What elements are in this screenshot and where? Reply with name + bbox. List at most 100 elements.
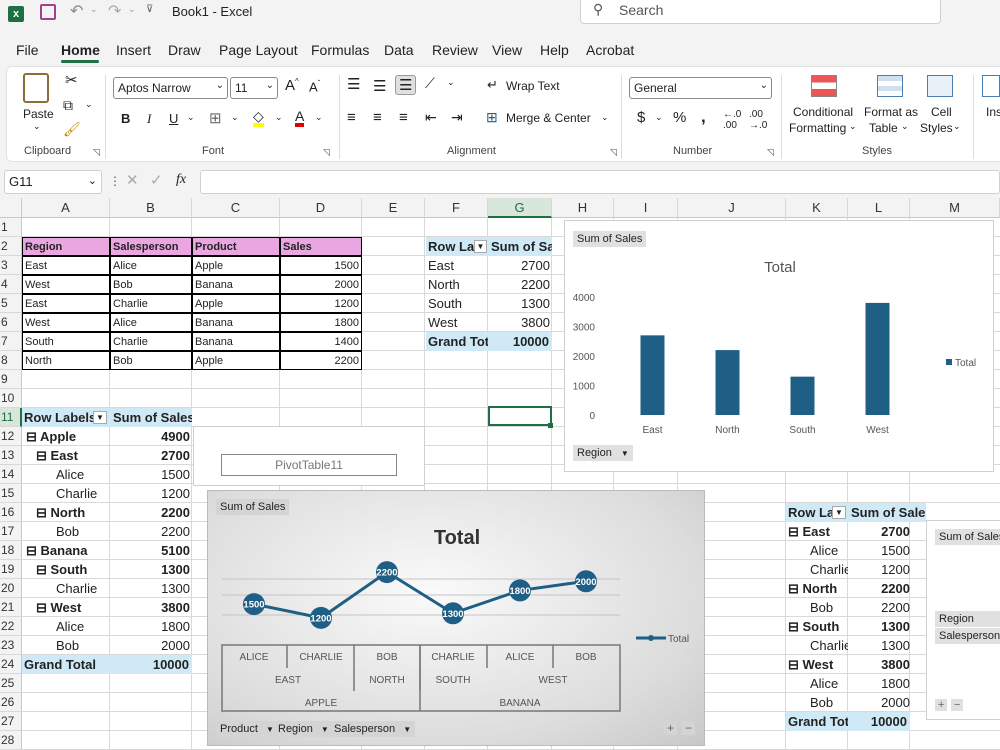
row-header-21[interactable]: 21 xyxy=(0,598,22,617)
insert-cells-label[interactable]: Ins xyxy=(986,105,1000,119)
table-cell[interactable]: West xyxy=(22,313,110,332)
row-header-5[interactable]: 5 xyxy=(0,294,22,313)
row-header-28[interactable]: 28 xyxy=(0,731,22,750)
underline-icon[interactable]: U xyxy=(169,111,178,126)
underline-dropdown-icon[interactable]: ⌄ xyxy=(187,112,195,123)
spreadsheet-grid[interactable]: ABCDEFGHIJKLM 1 2 3 4 5 6 7 8 9 10 11 12 13 14 15 16 17 1… xyxy=(0,198,1000,750)
table-cell[interactable]: Banana xyxy=(192,332,280,351)
pivot2-row-label[interactable]: Bob xyxy=(22,636,110,655)
pivot3-row-value[interactable]: 1300 xyxy=(848,636,910,655)
table-cell[interactable]: 2000 xyxy=(280,275,362,294)
pivot3-row-value[interactable]: 1200 xyxy=(848,560,910,579)
paste-button[interactable]: Paste xyxy=(23,107,54,121)
pivot2-row-label[interactable]: Alice xyxy=(22,617,110,636)
increase-font-icon[interactable]: A^ xyxy=(285,77,299,94)
borders-icon[interactable]: ⊞ xyxy=(209,109,222,127)
pivot3-row-label[interactable]: Bob xyxy=(786,693,848,712)
row-header-23[interactable]: 23 xyxy=(0,636,22,655)
pivot2-grand-total-label[interactable]: Grand Total xyxy=(22,655,110,674)
pivot2-row-label[interactable]: Bob xyxy=(22,522,110,541)
column-header-L[interactable]: L xyxy=(848,198,910,218)
italic-icon[interactable]: I xyxy=(147,111,151,127)
column-header-H[interactable]: H xyxy=(552,198,614,218)
decrease-decimal-icon[interactable]: .00 →.0 xyxy=(749,109,767,131)
row-header-12[interactable]: 12 xyxy=(0,427,22,446)
pivot2-row-value[interactable]: 2700 xyxy=(110,446,190,465)
pivot2-row-value[interactable]: 1500 xyxy=(110,465,190,484)
row-header-8[interactable]: 8 xyxy=(0,351,22,370)
pivot2-row-value[interactable]: 5100 xyxy=(110,541,190,560)
row-header-14[interactable]: 14 xyxy=(0,465,22,484)
pivot2-row-label[interactable]: ⊟ Banana xyxy=(22,541,110,560)
pivot2-header-sum[interactable]: Sum of Sales xyxy=(110,408,192,427)
table-cell[interactable]: Charlie xyxy=(110,294,192,313)
copy-dropdown-icon[interactable]: ⌄ xyxy=(85,99,93,110)
alignment-launcher-icon[interactable]: ◹ xyxy=(610,147,617,158)
pivot3-row-value[interactable]: 1300 xyxy=(848,617,910,636)
pivot1-row-value[interactable]: 3800 xyxy=(488,313,550,332)
pivot2-row-label[interactable]: ⊟ East xyxy=(22,446,110,465)
chart2-region-button[interactable]: Region ▼ xyxy=(274,721,333,737)
chart2-salesperson-button[interactable]: Salesperson ▼ xyxy=(330,721,416,737)
chart3-region-button[interactable]: Region xyxy=(935,611,1000,627)
pivot3-row-label[interactable]: Charlie xyxy=(786,636,848,655)
name-box[interactable]: G11 ⌄ xyxy=(4,170,102,194)
fill-handle[interactable] xyxy=(548,423,553,428)
pivot1-row-value[interactable]: 1300 xyxy=(488,294,550,313)
select-all-corner[interactable] xyxy=(0,198,22,218)
table-cell[interactable]: East xyxy=(22,256,110,275)
row-header-27[interactable]: 27 xyxy=(0,712,22,731)
menu-draw[interactable]: Draw xyxy=(168,42,201,58)
column-header-A[interactable]: A xyxy=(22,198,110,218)
pivot3-row-value[interactable]: 1500 xyxy=(848,541,910,560)
cell-styles-dropdown-icon[interactable]: ⌄ xyxy=(953,121,961,132)
row-header-9[interactable]: 9 xyxy=(0,370,22,389)
table-cell[interactable]: Bob xyxy=(110,275,192,294)
menu-file[interactable]: File xyxy=(16,42,39,58)
table-header-cell[interactable]: Product xyxy=(192,237,280,256)
pivot2-grand-total-value[interactable]: 10000 xyxy=(110,655,192,674)
currency-dropdown-icon[interactable]: ⌄ xyxy=(655,112,663,123)
row-header-4[interactable]: 4 xyxy=(0,275,22,294)
customize-toolbar-icon[interactable]: ⊽ xyxy=(146,4,153,15)
column-header-I[interactable]: I xyxy=(614,198,678,218)
more-options-icon[interactable]: ⋮ xyxy=(109,174,121,188)
pivot2-row-value[interactable]: 2000 xyxy=(110,636,190,655)
pivot1-row-label[interactable]: South xyxy=(428,294,488,313)
table-cell[interactable]: Charlie xyxy=(110,332,192,351)
bold-icon[interactable]: B xyxy=(121,111,130,126)
pivottable-placeholder[interactable]: PivotTable11 xyxy=(221,454,397,476)
table-header-cell[interactable]: Region xyxy=(22,237,110,256)
menu-formulas[interactable]: Formulas xyxy=(311,42,369,58)
pivot2-row-label[interactable]: Alice xyxy=(22,465,110,484)
table-cell[interactable]: Banana xyxy=(192,313,280,332)
table-cell[interactable]: South xyxy=(22,332,110,351)
table-cell[interactable]: Apple xyxy=(192,256,280,275)
row-header-1[interactable]: 1 xyxy=(0,218,22,237)
row-header-16[interactable]: 16 xyxy=(0,503,22,522)
pivot3-row-label[interactable]: Bob xyxy=(786,598,848,617)
cut-icon[interactable]: ✂ xyxy=(65,71,78,89)
row-header-22[interactable]: 22 xyxy=(0,617,22,636)
table-cell[interactable]: East xyxy=(22,294,110,313)
paste-icon[interactable] xyxy=(23,73,49,103)
pivot2-row-value[interactable]: 1800 xyxy=(110,617,190,636)
font-launcher-icon[interactable]: ◹ xyxy=(323,147,330,158)
table-cell[interactable]: 1400 xyxy=(280,332,362,351)
decrease-indent-icon[interactable]: ⇤ xyxy=(425,109,437,126)
pivot3-row-label[interactable]: Alice xyxy=(786,674,848,693)
pivot2-row-value[interactable]: 2200 xyxy=(110,503,190,522)
align-center-icon[interactable]: ≡ xyxy=(373,109,382,126)
undo-dropdown-icon[interactable]: ⌄ xyxy=(90,4,98,15)
formula-input[interactable] xyxy=(200,170,1000,194)
menu-data[interactable]: Data xyxy=(384,42,414,58)
enter-icon[interactable]: ✓ xyxy=(150,171,163,189)
table-header-cell[interactable]: Salesperson xyxy=(110,237,192,256)
pivot3-row-value[interactable]: 2700 xyxy=(848,522,910,541)
chart3-expand-icon[interactable]: + xyxy=(935,699,948,711)
number-launcher-icon[interactable]: ◹ xyxy=(767,147,774,158)
column-header-E[interactable]: E xyxy=(362,198,425,218)
row-header-25[interactable]: 25 xyxy=(0,674,22,693)
table-cell[interactable]: Apple xyxy=(192,351,280,370)
redo-dropdown-icon[interactable]: ⌄ xyxy=(128,4,136,15)
